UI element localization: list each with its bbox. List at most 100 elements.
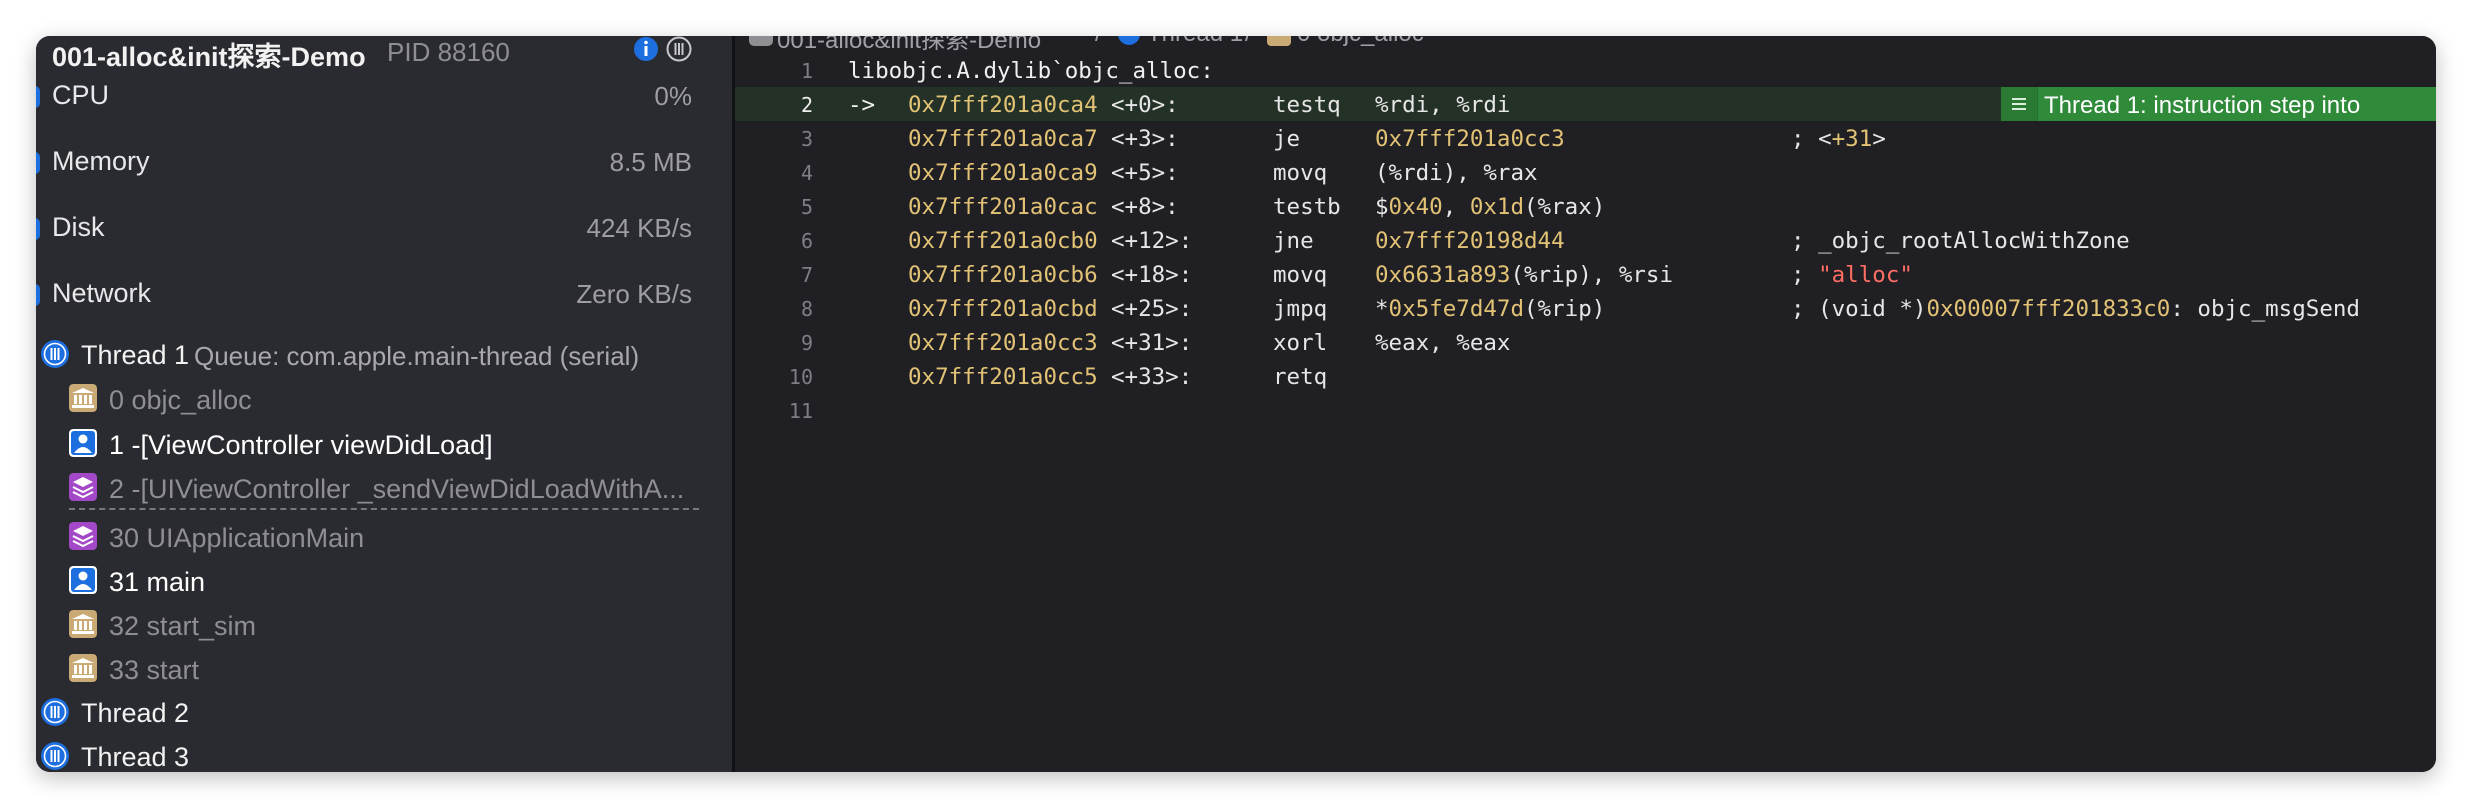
code-line-3[interactable]: 3 0x7fff201a0ca7 <+3>: je 0x7fff201a0cc3… <box>735 121 2436 155</box>
gauge-value: 0% <box>654 81 692 111</box>
breadcrumb-item[interactable]: Thread 1 <box>1147 36 1243 48</box>
frame-label: 1 -[ViewController viewDidLoad] <box>109 430 493 460</box>
library-icon <box>69 654 97 682</box>
breadcrumb-item[interactable]: 0 objc_alloc <box>1297 36 1424 48</box>
line-number: 4 <box>800 161 813 185</box>
comment: ; (void *)0x00007fff201833c0: objc_msgSe… <box>1791 296 2360 322</box>
frame-row-30[interactable]: 30 UIApplicationMain <box>36 518 732 558</box>
offset: <+5>: <box>1111 160 1179 186</box>
address: 0x7fff201a0cc3 <box>908 330 1098 356</box>
step-annotation[interactable]: Thread 1: instruction step into <box>2001 87 2436 121</box>
debug-navigator: 001-alloc&init探索-Demo PID 88160 CPU 0% M… <box>36 36 732 772</box>
thread-filter-icon[interactable] <box>666 36 692 62</box>
disassembly-editor[interactable]: 001-alloc&init探索-Demo / Thread 1 / 0 obj… <box>735 36 2436 772</box>
gauge-value: Zero KB/s <box>576 279 692 309</box>
operands: 0x6631a893(%rip), %rsi <box>1375 262 1674 288</box>
comment: ; _objc_rootAllocWithZone <box>1791 228 2130 254</box>
frame-row-1[interactable]: 1 -[ViewController viewDidLoad] <box>36 425 732 465</box>
operands: $0x40, 0x1d(%rax) <box>1375 194 1606 220</box>
offset: <+25>: <box>1111 296 1193 322</box>
mnemonic: je <box>1273 126 1301 152</box>
app-icon <box>749 36 773 46</box>
thread-title: Thread 3 <box>81 742 190 772</box>
thread-row-3[interactable]: Thread 3 <box>36 738 732 772</box>
gauge-indicator <box>36 218 40 240</box>
line-number: 3 <box>800 127 813 151</box>
mnemonic: testb <box>1273 194 1341 220</box>
library-icon <box>69 610 97 638</box>
mnemonic: movq <box>1273 262 1328 288</box>
frame-row-32[interactable]: 32 start_sim <box>36 606 732 646</box>
gauge-memory[interactable]: Memory 8.5 MB <box>36 142 732 184</box>
frame-row-31[interactable]: 31 main <box>36 562 732 602</box>
gauge-cpu[interactable]: CPU 0% <box>36 76 732 118</box>
symbol-header: libobjc.A.dylib`objc_alloc: <box>848 58 1214 84</box>
mnemonic: retq <box>1273 364 1328 390</box>
info-icon[interactable] <box>633 36 659 62</box>
xcode-window: 001-alloc&init探索-Demo PID 88160 CPU 0% M… <box>36 36 2436 772</box>
line-number: 7 <box>800 263 813 287</box>
thread-row-2[interactable]: Thread 2 <box>36 694 732 734</box>
operands: 0x7fff201a0cc3 <box>1375 126 1565 152</box>
code-line-11[interactable]: 11 <box>735 393 2436 427</box>
mnemonic: movq <box>1273 160 1328 186</box>
address: 0x7fff201a0ca7 <box>908 126 1098 152</box>
code-line-7[interactable]: 7 0x7fff201a0cb6 <+18>: movq 0x6631a893(… <box>735 257 2436 291</box>
frame-label: 32 start_sim <box>109 611 257 641</box>
thread-row-1[interactable]: Thread 1 Queue: com.apple.main-thread (s… <box>36 336 732 376</box>
gauge-label: Disk <box>52 212 105 242</box>
offset: <+8>: <box>1111 194 1179 220</box>
library-icon <box>1267 36 1291 46</box>
code-line-1[interactable]: 1 libobjc.A.dylib`objc_alloc: <box>735 53 2436 87</box>
user-code-icon <box>69 429 97 457</box>
mnemonic: xorl <box>1273 330 1328 356</box>
gauge-indicator <box>36 86 40 108</box>
address: 0x7fff201a0cc5 <box>908 364 1098 390</box>
thread-title: Thread 1 <box>81 340 190 370</box>
line-number: 9 <box>800 331 813 355</box>
library-icon <box>69 384 97 412</box>
breadcrumb-separator: / <box>1095 36 1102 48</box>
address: 0x7fff201a0ca4 <box>908 92 1098 118</box>
mnemonic: jne <box>1273 228 1314 254</box>
code-line-5[interactable]: 5 0x7fff201a0cac <+8>: testb $0x40, 0x1d… <box>735 189 2436 223</box>
gauge-label: CPU <box>52 80 110 110</box>
gauge-label: Network <box>52 278 152 308</box>
line-number: 1 <box>800 59 813 83</box>
gauge-indicator <box>36 284 40 306</box>
frame-row-33[interactable]: 33 start <box>36 650 732 690</box>
framework-stack-icon <box>69 522 97 550</box>
code-line-6[interactable]: 6 0x7fff201a0cb0 <+12>: jne 0x7fff20198d… <box>735 223 2436 257</box>
gauge-disk[interactable]: Disk 424 KB/s <box>36 208 732 250</box>
frame-row-0[interactable]: 0 objc_alloc <box>36 380 732 420</box>
code-line-9[interactable]: 9 0x7fff201a0cc3 <+31>: xorl %eax, %eax <box>735 325 2436 359</box>
pc-arrow: -> <box>848 92 876 118</box>
operands: 0x7fff20198d44 <box>1375 228 1565 254</box>
thread-icon <box>1118 36 1140 45</box>
code-line-8[interactable]: 8 0x7fff201a0cbd <+25>: jmpq *0x5fe7d47d… <box>735 291 2436 325</box>
address: 0x7fff201a0cbd <box>908 296 1098 322</box>
gauge-network[interactable]: Network Zero KB/s <box>36 274 732 316</box>
mnemonic: testq <box>1273 92 1341 118</box>
offset: <+3>: <box>1111 126 1179 152</box>
mnemonic: jmpq <box>1273 296 1328 322</box>
frame-row-2[interactable]: 2 -[UIViewController _sendViewDidLoadWit… <box>36 469 732 509</box>
operands: %rdi, %rdi <box>1375 92 1511 118</box>
framework-stack-icon <box>69 473 97 501</box>
frame-label: 0 objc_alloc <box>109 385 252 415</box>
collapsed-frames-separator <box>69 508 699 510</box>
offset: <+0>: <box>1111 92 1179 118</box>
frame-label: 30 UIApplicationMain <box>109 523 365 553</box>
code-line-2[interactable]: 2 -> 0x7fff201a0ca4 <+0>: testq %rdi, %r… <box>735 87 2436 121</box>
code-line-10[interactable]: 10 0x7fff201a0cc5 <+33>: retq <box>735 359 2436 393</box>
thread-icon <box>41 742 69 770</box>
frame-label: 31 main <box>109 567 206 597</box>
operands: *0x5fe7d47d(%rip) <box>1375 296 1606 322</box>
line-number: 6 <box>800 229 813 253</box>
process-header[interactable]: 001-alloc&init探索-Demo PID 88160 <box>36 36 732 76</box>
breadcrumb: 001-alloc&init探索-Demo / Thread 1 / 0 obj… <box>735 36 2436 54</box>
code-line-4[interactable]: 4 0x7fff201a0ca9 <+5>: movq (%rdi), %rax <box>735 155 2436 189</box>
gauge-value: 8.5 MB <box>609 147 692 177</box>
thread-title: Thread 2 <box>81 698 190 728</box>
process-pid: PID 88160 <box>387 37 510 67</box>
